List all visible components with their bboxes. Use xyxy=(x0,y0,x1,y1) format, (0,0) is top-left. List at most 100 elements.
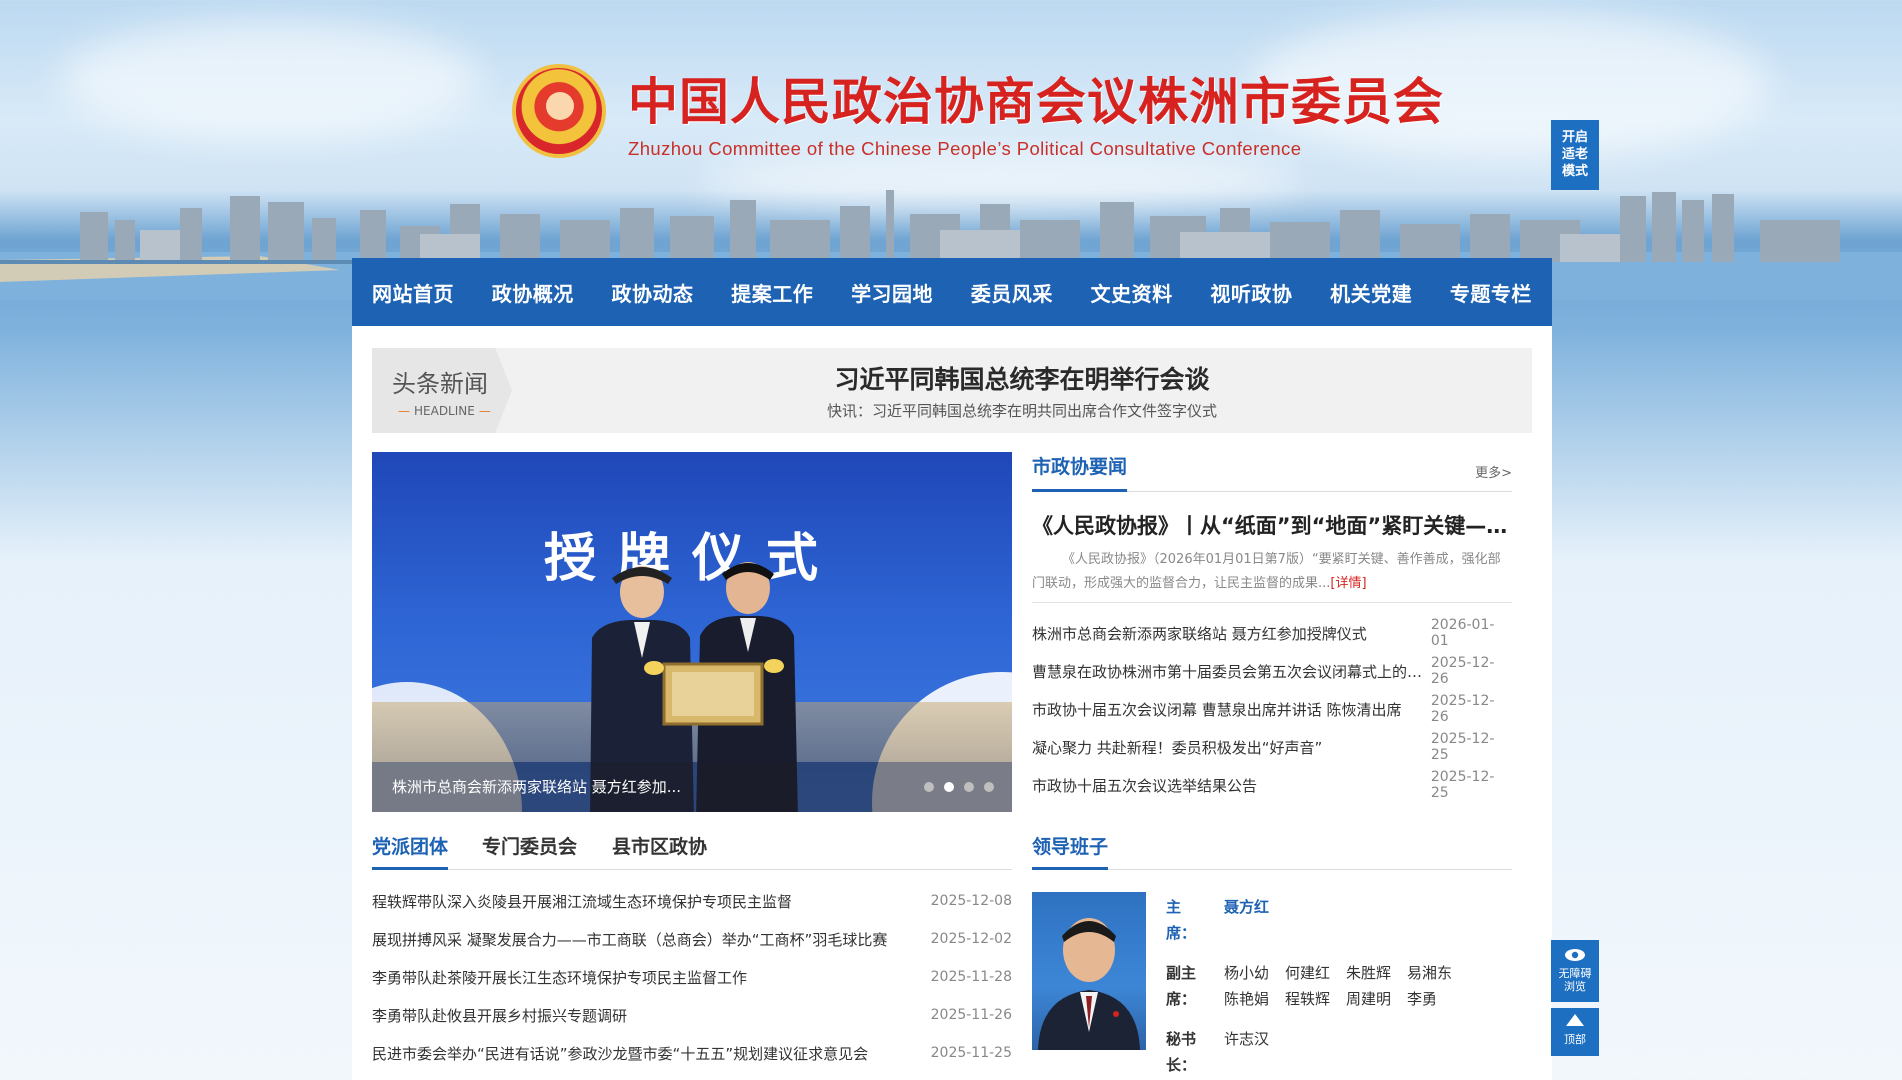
news-title[interactable]: 曹慧泉在政协株洲市第十届委员会第五次会议闭幕式上的讲话 xyxy=(1032,661,1431,682)
news-title[interactable]: 展现拼搏风采 凝聚发展合力——市工商联（总商会）举办“工商杯”羽毛球比赛 xyxy=(372,929,912,950)
arrow-up-icon xyxy=(1566,1014,1584,1026)
headline-bar: 头条新闻 HEADLINE 习近平同韩国总统李在明举行会谈 快讯：习近平同韩国总… xyxy=(372,348,1532,433)
city-news-title[interactable]: 市政协要闻 xyxy=(1032,452,1128,492)
list-item[interactable]: 李勇带队赴茶陵开展长江生态环境保护专项民主监督工作 2025-11-28 xyxy=(372,958,1012,996)
site-subtitle: Zhuzhou Committee of the Chinese People’… xyxy=(628,138,1302,159)
secretary-role-label: 秘书长： xyxy=(1166,1030,1197,1074)
tab-special-committees[interactable]: 专门委员会 xyxy=(482,832,577,870)
vice-chair-name[interactable]: 陈艳娟 xyxy=(1224,986,1269,1012)
vice-chair-name[interactable]: 朱胜辉 xyxy=(1346,960,1391,986)
list-item[interactable]: 程轶辉带队深入炎陵县开展湘江流域生态环境保护专项民主监督 2025-12-08 xyxy=(372,882,1012,920)
chair-row: 主 席： 聂方红 xyxy=(1166,894,1512,946)
news-date: 2025-11-28 xyxy=(930,969,1012,985)
main-nav: 网站首页 政协概况 政协动态 提案工作 学习园地 委员风采 文史资料 视听政协 … xyxy=(352,258,1552,326)
list-item[interactable]: 展现拼搏风采 凝聚发展合力——市工商联（总商会）举办“工商杯”羽毛球比赛 2025… xyxy=(372,920,1012,958)
main-content: 头条新闻 HEADLINE 习近平同韩国总统李在明举行会谈 快讯：习近平同韩国总… xyxy=(352,326,1552,1080)
elder-mode-label: 开启适老模式 xyxy=(1561,130,1588,179)
eye-icon xyxy=(1565,949,1585,961)
news-date: 2025-12-25 xyxy=(1430,731,1495,763)
news-carousel[interactable]: 授牌仪式 株洲市总商会新添两家联络站 聂方红参加... xyxy=(372,452,1012,812)
cppcc-emblem-icon xyxy=(512,64,606,158)
leaders-title[interactable]: 领导班子 xyxy=(1032,832,1109,870)
leaders-header: 领导班子 xyxy=(1032,826,1512,870)
carousel-dot[interactable] xyxy=(984,782,994,792)
accessibility-button[interactable]: 无障碍浏览 xyxy=(1551,940,1599,1002)
city-news-more-link[interactable]: 更多> xyxy=(1475,462,1512,481)
carousel-dots xyxy=(924,782,994,792)
vice-chair-role-label: 副主席： xyxy=(1166,964,1197,1008)
list-item[interactable]: 民进市委会举办“民进有话说”参政沙龙暨市委“十五五”规划建议征求意见会 2025-… xyxy=(372,1034,1012,1072)
news-title[interactable]: 株洲市总商会新添两家联络站 聂方红参加授牌仪式 xyxy=(1032,623,1431,644)
party-tabs: 党派团体 专门委员会 县市区政协 xyxy=(372,826,1012,870)
news-date: 2026-01-01 xyxy=(1430,617,1495,649)
nav-item-special[interactable]: 专题专栏 xyxy=(1450,278,1532,307)
chair-role-label: 主 席： xyxy=(1166,898,1197,942)
nav-item-media[interactable]: 视听政协 xyxy=(1210,278,1292,307)
vice-chair-name[interactable]: 杨小幼 xyxy=(1224,960,1269,986)
carousel-caption-bar: 株洲市总商会新添两家联络站 聂方红参加... xyxy=(372,762,1012,812)
vice-chair-names: 杨小幼 何建红 朱胜辉 易湘东 陈艳娟 程轶辉 周建明 李勇 xyxy=(1224,960,1494,1012)
carousel-dot[interactable] xyxy=(924,782,934,792)
city-news-list: 株洲市总商会新添两家联络站 聂方红参加授牌仪式 2026-01-01 曹慧泉在政协… xyxy=(1032,614,1512,804)
news-date: 2025-12-25 xyxy=(1430,769,1495,801)
news-date: 2025-12-02 xyxy=(930,931,1012,947)
chair-name[interactable]: 聂方红 xyxy=(1224,894,1269,946)
news-title[interactable]: 凝心聚力 共赴新程！委员积极发出“好声音” xyxy=(1032,737,1431,758)
elder-mode-button[interactable]: 开启适老模式 xyxy=(1551,120,1599,190)
cloud xyxy=(60,20,480,140)
nav-item-overview[interactable]: 政协概况 xyxy=(492,278,574,307)
news-title[interactable]: 程轶辉带队深入炎陵县开展湘江流域生态环境保护专项民主监督 xyxy=(372,891,912,912)
list-item[interactable]: 株洲市总商会新添两家联络站 聂方红参加授牌仪式 2026-01-01 xyxy=(1032,614,1512,652)
list-item[interactable]: 曹慧泉在政协株洲市第十届委员会第五次会议闭幕式上的讲话 2025-12-26 xyxy=(1032,652,1512,690)
chairman-photo[interactable] xyxy=(1032,892,1146,1050)
vice-chair-name[interactable]: 何建红 xyxy=(1285,960,1330,986)
nav-item-history[interactable]: 文史资料 xyxy=(1091,278,1173,307)
party-news-list: 程轶辉带队深入炎陵县开展湘江流域生态环境保护专项民主监督 2025-12-08 展… xyxy=(372,882,1012,1072)
news-date: 2025-12-26 xyxy=(1430,693,1495,725)
nav-item-party-building[interactable]: 机关党建 xyxy=(1330,278,1412,307)
news-title[interactable]: 市政协十届五次会议闭幕 曹慧泉出席并讲话 陈恢清出席 xyxy=(1032,699,1431,720)
city-news-feature-title[interactable]: 《人民政协报》丨从“纸面”到“地面”紧盯关键——株洲市政协... xyxy=(1032,510,1512,540)
news-date: 2025-11-25 xyxy=(930,1045,1012,1061)
list-item[interactable]: 凝心聚力 共赴新程！委员积极发出“好声音” 2025-12-25 xyxy=(1032,728,1512,766)
list-item[interactable]: 李勇带队赴攸县开展乡村振兴专题调研 2025-11-26 xyxy=(372,996,1012,1034)
site-title: 中国人民政治协商会议株洲市委员会 xyxy=(628,72,1444,131)
feature-desc-text: 《人民政协报》（2026年01月01日第7版）“要紧盯关键、善作善成，强化部门联… xyxy=(1032,552,1501,591)
portrait-image xyxy=(1038,918,1140,1050)
nav-item-news[interactable]: 政协动态 xyxy=(612,278,694,307)
nav-item-study[interactable]: 学习园地 xyxy=(851,278,933,307)
news-title[interactable]: 民进市委会举办“民进有话说”参政沙龙暨市委“十五五”规划建议征求意见会 xyxy=(372,1043,912,1064)
news-title[interactable]: 李勇带队赴茶陵开展长江生态环境保护专项民主监督工作 xyxy=(372,967,912,988)
divider xyxy=(1032,602,1512,603)
city-news-header: 市政协要闻 更多> xyxy=(1032,452,1512,492)
carousel-dot-active[interactable] xyxy=(944,782,954,792)
carousel-dot[interactable] xyxy=(964,782,974,792)
vice-chair-name[interactable]: 易湘东 xyxy=(1407,960,1452,986)
nav-item-members[interactable]: 委员风采 xyxy=(971,278,1053,307)
tab-party-groups[interactable]: 党派团体 xyxy=(372,832,449,870)
headline-title[interactable]: 习近平同韩国总统李在明举行会谈 xyxy=(372,360,1532,396)
headline-flash[interactable]: 快讯：习近平同韩国总统李在明共同出席合作文件签字仪式 xyxy=(372,400,1532,421)
news-date: 2025-12-26 xyxy=(1430,655,1495,687)
header-banner: 中国人民政治协商会议株洲市委员会 Zhuzhou Committee of th… xyxy=(0,0,1902,300)
news-title[interactable]: 市政协十届五次会议选举结果公告 xyxy=(1032,775,1431,796)
list-item[interactable]: 市政协十届五次会议闭幕 曹慧泉出席并讲话 陈恢清出席 2025-12-26 xyxy=(1032,690,1512,728)
vice-chair-name[interactable]: 李勇 xyxy=(1407,986,1437,1012)
carousel-caption[interactable]: 株洲市总商会新添两家联络站 聂方红参加... xyxy=(392,776,681,797)
vice-chair-name[interactable]: 周建明 xyxy=(1346,986,1391,1012)
tab-county-cppcc[interactable]: 县市区政协 xyxy=(612,832,707,870)
leaders-info: 主 席： 聂方红 副主席： 杨小幼 何建红 朱胜辉 易湘东 陈艳娟 程轶辉 周建… xyxy=(1166,894,1512,1080)
nav-item-proposals[interactable]: 提案工作 xyxy=(731,278,813,307)
vice-chair-name[interactable]: 程轶辉 xyxy=(1285,986,1330,1012)
back-to-top-label: 顶部 xyxy=(1564,1033,1586,1046)
city-news-feature-desc: 《人民政协报》（2026年01月01日第7版）“要紧盯关键、善作善成，强化部门联… xyxy=(1032,548,1512,596)
feature-detail-link[interactable]: [详情] xyxy=(1330,576,1366,591)
site-logo[interactable]: 中国人民政治协商会议株洲市委员会 Zhuzhou Committee of th… xyxy=(512,62,1444,160)
nav-item-home[interactable]: 网站首页 xyxy=(372,278,454,307)
list-item[interactable]: 市政协十届五次会议选举结果公告 2025-12-25 xyxy=(1032,766,1512,804)
back-to-top-button[interactable]: 顶部 xyxy=(1551,1008,1599,1056)
secretary-row: 秘书长： 许志汉 xyxy=(1166,1026,1512,1078)
secretary-name[interactable]: 许志汉 xyxy=(1224,1026,1269,1078)
vice-chair-row: 副主席： 杨小幼 何建红 朱胜辉 易湘东 陈艳娟 程轶辉 周建明 李勇 xyxy=(1166,960,1512,1012)
news-title[interactable]: 李勇带队赴攸县开展乡村振兴专题调研 xyxy=(372,1005,912,1026)
